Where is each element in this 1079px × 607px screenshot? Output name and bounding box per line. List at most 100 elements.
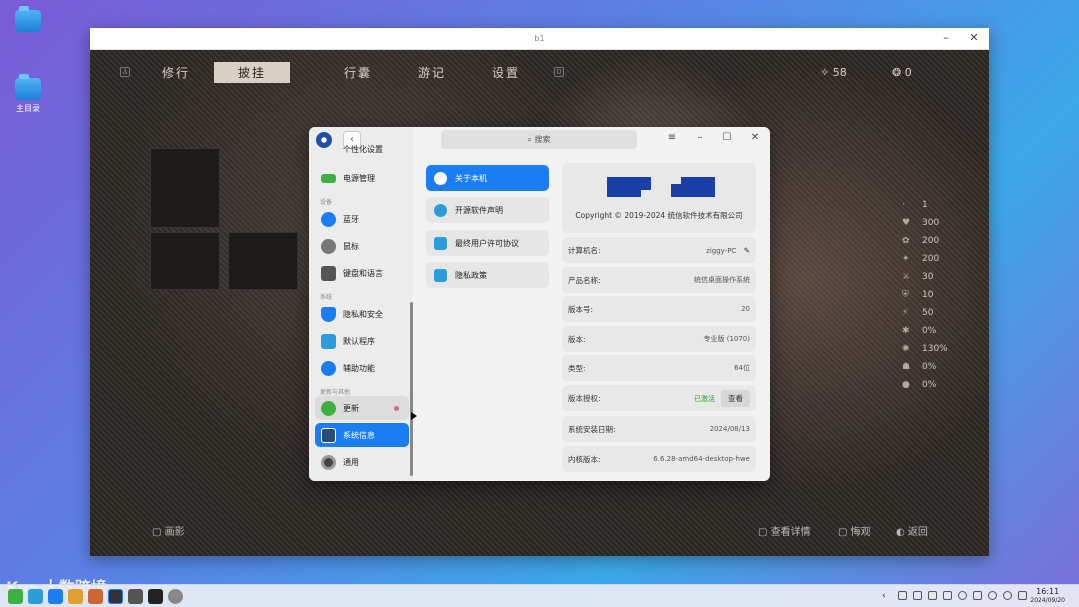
menu-item-eula[interactable]: 最终用户许可协议 [426,230,549,256]
info-label: 版本: [568,334,586,344]
window-title: b1 [534,34,545,43]
update-icon [321,400,336,416]
license-icon [434,236,447,250]
view-license-button[interactable]: 查看 [721,389,750,407]
menu-item-open-source[interactable]: 开源软件声明 [426,197,549,223]
view-detail-hint[interactable]: ▢ 查看详情 [758,523,811,538]
edit-icon[interactable]: ✎ [744,246,750,255]
quick-view-hint[interactable]: ▢ 悔观 [838,523,871,538]
sidebar-item-label: 鼠标 [343,241,359,251]
tray-volume-icon[interactable] [1018,591,1027,600]
sidebar-item-mouse[interactable]: 鼠标 [315,234,409,258]
copyright-text: Copyright © 2019-2024 统信软件技术有限公司 [575,211,743,220]
sidebar-item-personalization[interactable]: 个性化设置 [315,143,409,155]
stat-value: 130% [922,344,948,354]
back-hint[interactable]: ◐ 返回 [896,523,928,538]
info-value: 64位 [734,364,750,372]
stat-icon: ✱ [902,326,910,336]
desktop-home-folder[interactable]: 主目录 [5,74,51,114]
taskbar-launcher-icon[interactable] [8,589,23,604]
taskbar-store-icon[interactable] [48,589,63,604]
search-placeholder: 搜索 [534,135,551,144]
stat-icon: ⚡ [902,308,909,318]
tray-screenshot-icon[interactable] [943,591,952,600]
taskbar-app-icon[interactable] [148,589,163,604]
sidebar-item-label: 更新 [343,403,359,413]
taskbar-app-icon[interactable] [128,589,143,604]
equipment-slot[interactable] [150,148,220,228]
sidebar-group-label: 设备 [320,199,333,206]
copyright-icon [434,203,447,217]
tray-network-icon[interactable] [913,591,922,600]
tray-power-icon[interactable] [988,591,997,600]
stat-icon: ✺ [902,344,910,354]
equipment-slot[interactable] [150,232,220,290]
info-value: 20 [741,305,750,313]
tray-notification-icon[interactable] [1003,591,1012,600]
tray-update-icon[interactable] [958,591,967,600]
stat-row: ✦ 200 [902,254,948,272]
tray-printer-icon[interactable] [973,591,982,600]
menu-item-about[interactable]: 关于本机 [426,165,549,191]
privacy-icon [434,268,447,282]
taskbar-terminal-icon[interactable] [88,589,103,604]
sidebar-item-update[interactable]: 更新 [315,396,409,420]
about-panel: Copyright © 2019-2024 统信软件技术有限公司 计算机名: z… [560,163,757,473]
taskbar-clock[interactable]: 16:11 2024/09/20 [1030,587,1065,605]
minimize-button[interactable]: – [693,132,707,143]
menu-item-privacy-policy[interactable]: 隐私政策 [426,262,549,288]
sidebar-item-default-apps[interactable]: 默认程序 [315,329,409,353]
currency-value: 58 [832,66,847,79]
sidebar-item-system-info[interactable]: 系统信息 [315,423,409,447]
battery-icon [321,173,336,183]
tab-settings[interactable]: 设置 [492,64,520,81]
folder-icon [15,6,41,32]
sidebar-scrollbar[interactable] [410,302,413,476]
tray-clipboard-icon[interactable] [928,591,937,600]
stat-value: 0% [922,326,937,336]
info-value-wrap: 已激活 查看 [694,389,750,407]
close-button[interactable]: ✕ [748,132,762,143]
sidebar-item-keyboard[interactable]: 键盘和语言 [315,261,409,285]
tab-equipment[interactable]: 披挂 [214,62,291,83]
sidebar-item-accessibility[interactable]: 辅助功能 [315,356,409,380]
tray-expand-icon[interactable]: ‹ [882,591,891,601]
stat-value: 200 [922,254,940,264]
tab-cultivation[interactable]: 修行 [162,64,190,81]
sidebar-item-label: 默认程序 [343,336,375,346]
sidebar-item-power[interactable]: 电源管理 [315,166,409,190]
bluetooth-icon [321,211,336,227]
sidebar-item-label: 电源管理 [343,173,375,183]
taskbar-game-icon[interactable] [108,589,123,604]
activation-status: 已激活 [694,394,715,403]
stat-value: 10 [922,290,934,300]
search-input[interactable]: ⌕ 搜索 [441,130,637,149]
tab-journal[interactable]: 游记 [418,64,446,81]
maximize-button[interactable]: ☐ [720,132,734,143]
stat-value: 1 [922,200,928,210]
sidebar-item-privacy[interactable]: 隐私和安全 [315,302,409,326]
close-button[interactable]: ✕ [966,31,982,44]
desktop-folder-icon[interactable] [5,6,51,35]
stat-row: ● 0% [902,380,948,398]
sidebar-item-bluetooth[interactable]: 蓝牙 [315,207,409,231]
footer-left-hint[interactable]: ▢ 画影 [152,523,185,538]
taskbar-settings-icon[interactable] [168,589,183,604]
default-app-icon [321,333,336,349]
minimize-button[interactable]: – [938,31,954,44]
stat-icon: ⚔ [902,272,911,282]
footer-label: 返回 [907,527,928,538]
stat-value: 300 [922,218,940,228]
taskbar-folder-icon[interactable] [68,589,83,604]
stat-icon: ⛨ [902,290,909,300]
taskbar-files-icon[interactable] [28,589,43,604]
brand-logo-mark [607,177,651,197]
tab-inventory[interactable]: 行囊 [344,64,372,81]
tray-pin-icon[interactable] [898,591,907,600]
sidebar-item-general[interactable]: 通用 [315,450,409,474]
menu-button[interactable]: ≡ [665,132,679,143]
clock-time: 16:11 [1036,587,1060,596]
game-titlebar: b1 – ✕ [90,28,989,50]
equipment-slot[interactable] [228,232,298,290]
mouse-icon [321,238,336,254]
